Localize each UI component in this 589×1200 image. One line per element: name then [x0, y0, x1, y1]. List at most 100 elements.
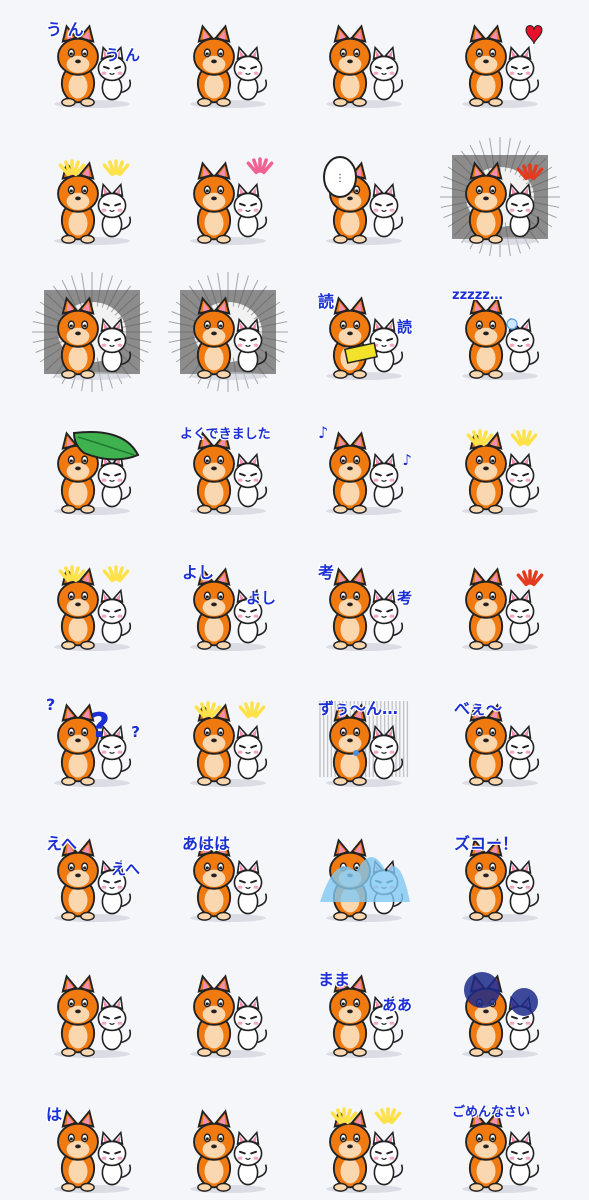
- sticker-35[interactable]: [316, 1103, 412, 1199]
- cat-character: [369, 45, 404, 101]
- sticker-34[interactable]: [180, 1103, 276, 1199]
- sticker-28[interactable]: ズコー！: [452, 832, 548, 928]
- cat-character: [505, 724, 540, 780]
- sticker-19[interactable]: 考考: [316, 561, 412, 657]
- sticker-1[interactable]: う んう ん: [44, 18, 140, 114]
- sticker-33[interactable]: は: [44, 1103, 140, 1199]
- dog-character: [465, 296, 507, 379]
- sticker-17[interactable]: [44, 561, 140, 657]
- sticker-caption: べぇ～: [454, 699, 503, 718]
- sticker-caption-secondary: ああ: [381, 996, 412, 1014]
- sticker-caption-secondary: 読: [396, 318, 412, 336]
- sticker-3[interactable]: [316, 18, 412, 114]
- emphasis-burst: [102, 159, 130, 177]
- cat-character: [369, 452, 404, 508]
- sticker-4[interactable]: [452, 18, 548, 114]
- sticker-25[interactable]: えへ えへ: [44, 832, 140, 928]
- cat-character: [233, 182, 268, 238]
- sticker-36[interactable]: ごめんなさい: [452, 1103, 548, 1199]
- sticker-art: [326, 431, 404, 515]
- cat-character: [97, 1130, 132, 1186]
- sticker-8[interactable]: [440, 137, 560, 257]
- sticker-art: [54, 974, 132, 1058]
- cat-character: [233, 45, 268, 101]
- cat-character: [233, 452, 268, 508]
- sleep-bubble: [506, 318, 518, 330]
- cat-character: [369, 1130, 404, 1186]
- dog-character: [193, 1109, 235, 1192]
- gloom-aura: [464, 972, 500, 1008]
- dog-character: [57, 974, 99, 1057]
- emphasis-burst: [102, 565, 130, 583]
- dog-character: [465, 24, 507, 107]
- sticker-14[interactable]: よくできました: [180, 425, 276, 521]
- cat-character: [97, 452, 132, 508]
- dog-character: [329, 296, 371, 379]
- sticker-7[interactable]: ⋮: [316, 155, 412, 251]
- sticker-art: ?: [54, 703, 132, 787]
- sticker-caption: う ん: [46, 20, 84, 39]
- sticker-caption: ?: [46, 695, 56, 714]
- cat-character: [505, 588, 540, 644]
- sticker-12[interactable]: zzzzz…: [452, 288, 548, 386]
- dog-character: [193, 161, 235, 244]
- sticker-32[interactable]: [452, 968, 548, 1064]
- sticker-21[interactable]: ???: [44, 695, 140, 793]
- sticker-9[interactable]: [32, 272, 152, 392]
- sticker-2[interactable]: [180, 18, 276, 114]
- cat-character: [97, 182, 132, 238]
- sticker-20[interactable]: [452, 561, 548, 657]
- sticker-art: [462, 296, 540, 380]
- sticker-art: [190, 701, 268, 787]
- sticker-30[interactable]: [180, 968, 276, 1064]
- sticker-caption: 読: [318, 292, 335, 311]
- sticker-art: [320, 838, 410, 922]
- sticker-caption: まま: [318, 970, 351, 989]
- cat-character: [97, 995, 132, 1051]
- dog-character: [57, 567, 99, 650]
- sticker-caption: ズコー！: [454, 834, 519, 853]
- sticker-6[interactable]: [180, 155, 276, 251]
- sticker-caption: 考: [318, 563, 335, 582]
- sticker-24[interactable]: べぇ～: [452, 697, 548, 793]
- sticker-art: [440, 137, 560, 257]
- sticker-art: [326, 24, 404, 108]
- dog-character: [193, 24, 235, 107]
- sticker-18[interactable]: よし よし: [180, 561, 276, 657]
- emphasis-burst: [374, 1107, 402, 1125]
- sticker-caption: zzzzz…: [452, 288, 503, 303]
- sticker-art: [168, 272, 288, 392]
- sticker-art: [54, 431, 140, 515]
- sticker-grid: う んう ん ⋮ 読読 zzzzz… よくできました ♪ ♪ よし よし考考??? ずぅ～ん… べぇ…: [0, 0, 589, 1200]
- sticker-29[interactable]: [44, 968, 140, 1064]
- sticker-5[interactable]: [44, 155, 140, 251]
- dog-character: [465, 161, 507, 244]
- sticker-31[interactable]: ままああ: [316, 968, 412, 1064]
- cat-character: [505, 859, 540, 915]
- sticker-art: ⋮: [323, 156, 404, 245]
- sticker-26[interactable]: あはは: [180, 832, 276, 928]
- sticker-caption-secondary: ♪: [402, 451, 412, 469]
- sticker-art: [190, 24, 268, 108]
- cat-character: [233, 859, 268, 915]
- sticker-22[interactable]: [180, 697, 276, 793]
- heart-icon: [525, 25, 543, 45]
- sticker-caption: ♪: [318, 423, 329, 442]
- sticker-art: [462, 24, 543, 108]
- dog-character: [193, 296, 235, 379]
- cat-character: [505, 1130, 540, 1186]
- sticker-10[interactable]: [168, 272, 288, 392]
- sticker-27[interactable]: [316, 832, 412, 928]
- sticker-16[interactable]: [452, 425, 548, 521]
- sticker-caption: ごめんなさい: [452, 1105, 531, 1120]
- sticker-caption: ずぅ～ん…: [318, 699, 399, 718]
- sticker-15[interactable]: ♪ ♪: [316, 423, 412, 521]
- cat-character: [505, 452, 540, 508]
- sticker-13[interactable]: [44, 425, 140, 521]
- sticker-caption-secondary: 考: [396, 589, 412, 607]
- dog-character: [193, 431, 235, 514]
- sticker-23[interactable]: ずぅ～ん…: [316, 697, 412, 793]
- sticker-caption: よし: [182, 563, 215, 582]
- sticker-caption: よくできました: [180, 427, 271, 442]
- sticker-11[interactable]: 読読: [316, 290, 412, 386]
